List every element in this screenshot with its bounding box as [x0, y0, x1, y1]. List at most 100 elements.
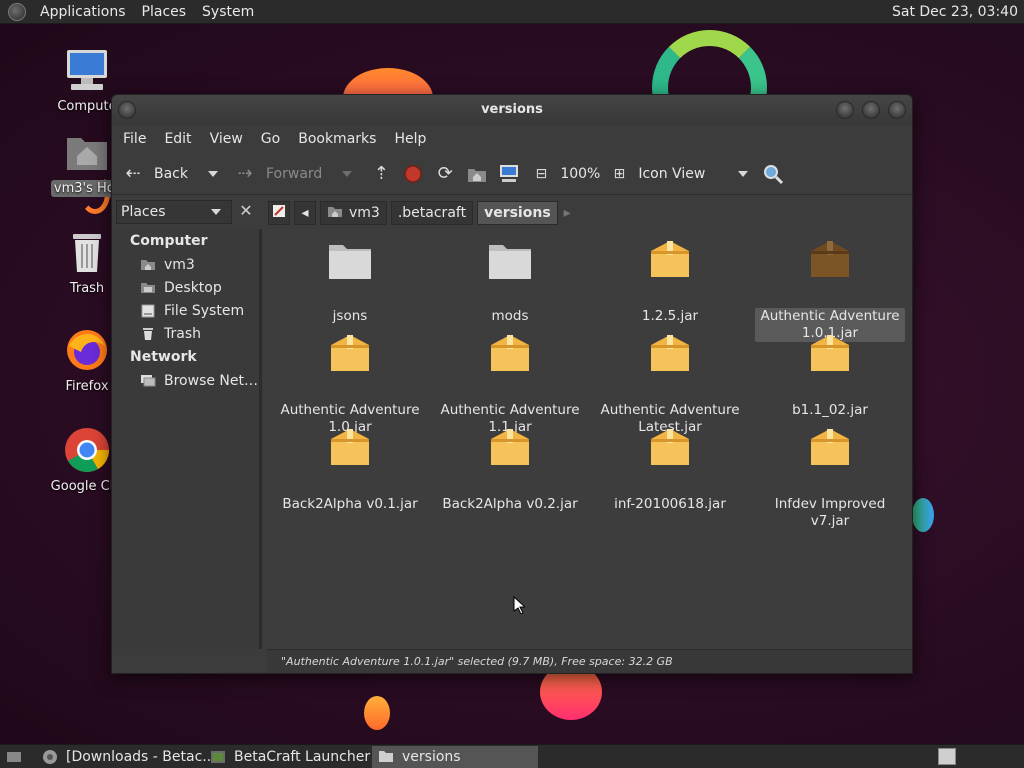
breadcrumb-versions[interactable]: versions — [477, 201, 558, 225]
file-item[interactable]: b1.1_02.jar — [755, 333, 905, 419]
home-icon — [464, 161, 490, 187]
back-history-dropdown[interactable] — [208, 170, 218, 177]
zoom-in-icon: ⊞ — [613, 165, 626, 182]
search-button[interactable] — [760, 159, 786, 189]
up-arrow-icon: ⇡ — [373, 163, 389, 184]
applications-menu[interactable]: Applications — [32, 4, 134, 20]
file-name: mods — [491, 308, 529, 324]
zoom-level: 100% — [560, 165, 601, 182]
computer-button[interactable] — [496, 159, 522, 189]
menu-edit[interactable]: Edit — [157, 131, 198, 147]
chevron-left-icon: ◂ — [301, 205, 309, 221]
back-button[interactable]: ⇠ Back — [120, 159, 196, 189]
home-button[interactable] — [464, 159, 490, 189]
menu-file[interactable]: File — [116, 131, 153, 147]
jar-archive-icon — [807, 427, 853, 473]
stop-button[interactable] — [400, 159, 426, 189]
window-title: versions — [481, 102, 543, 117]
jar-archive-icon — [807, 239, 853, 285]
file-item[interactable]: 1.2.5.jar — [595, 239, 745, 325]
forward-history-dropdown[interactable] — [342, 170, 353, 177]
file-name: 1.2.5.jar — [641, 308, 699, 324]
home-icon — [327, 205, 343, 222]
file-item[interactable]: Authentic Adventure 1.0.jar — [275, 333, 425, 436]
sidebar-item-trash[interactable]: Trash — [112, 322, 259, 345]
jar-archive-icon — [327, 333, 373, 379]
search-icon — [760, 161, 786, 187]
close-sidebar-icon[interactable]: ✕ — [236, 201, 256, 221]
show-desktop-button[interactable] — [0, 746, 32, 768]
file-name: Infdev Improved v7.jar — [774, 496, 886, 529]
breadcrumb-left-button[interactable]: ◂ — [294, 201, 316, 225]
minimize-button[interactable] — [836, 101, 854, 119]
desktop-icon-label: Firefox — [65, 379, 109, 394]
sidebar-item-browse-network[interactable]: Browse Net… — [112, 369, 259, 392]
menu-go[interactable]: Go — [254, 131, 287, 147]
file-item[interactable]: Back2Alpha v0.1.jar — [275, 427, 425, 513]
zoom-in-button[interactable]: ⊞ — [606, 159, 632, 189]
clock[interactable]: Sat Dec 23, 03:40 — [892, 4, 1018, 20]
file-icon-view[interactable]: jsons mods 1.2.5.jar Authentic Adventure 1.… — [267, 229, 912, 649]
zoom-out-icon: ⊟ — [535, 165, 548, 182]
workspace-switcher[interactable] — [938, 748, 956, 765]
mouse-cursor-icon — [513, 595, 527, 618]
chevron-down-icon — [211, 209, 221, 215]
forward-button[interactable]: ⇢ Forward — [232, 159, 330, 189]
file-item[interactable]: mods — [435, 239, 585, 325]
breadcrumb-vm3[interactable]: vm3 — [320, 201, 387, 225]
network-icon — [140, 374, 156, 388]
top-panel: Applications Places System Sat Dec 23, 0… — [0, 0, 1024, 24]
zoom-out-button[interactable]: ⊟ — [528, 159, 554, 189]
home-icon — [140, 258, 156, 272]
file-item[interactable]: Infdev Improved v7.jar — [755, 427, 905, 530]
view-mode-select[interactable]: Icon View — [638, 159, 754, 189]
show-desktop-icon — [6, 749, 22, 765]
folder-icon — [327, 239, 373, 285]
system-menu[interactable]: System — [194, 4, 262, 20]
menubar: File Edit View Go Bookmarks Help — [112, 125, 912, 153]
stop-icon — [400, 161, 426, 187]
breadcrumb-betacraft[interactable]: .betacraft — [390, 201, 474, 225]
taskbar-item-versions[interactable]: versions — [372, 745, 538, 768]
edit-location-button[interactable] — [268, 201, 290, 225]
places-menu[interactable]: Places — [134, 4, 195, 20]
computer-icon — [496, 161, 522, 187]
sidebar-heading-computer: Computer — [130, 233, 208, 249]
status-bar: "Authentic Adventure 1.0.1.jar" selected… — [267, 649, 912, 673]
home-folder-icon — [63, 128, 111, 176]
trash-icon — [63, 228, 111, 276]
distro-logo-icon[interactable] — [8, 2, 26, 21]
sidebar-item-desktop[interactable]: Desktop — [112, 276, 259, 299]
drive-icon — [140, 304, 156, 318]
close-button[interactable] — [888, 101, 906, 119]
menu-bookmarks[interactable]: Bookmarks — [291, 131, 383, 147]
window-titlebar[interactable]: versions — [112, 95, 912, 125]
file-item[interactable]: Back2Alpha v0.2.jar — [435, 427, 585, 513]
reload-button[interactable]: ⟳ — [432, 159, 458, 189]
file-item[interactable]: jsons — [275, 239, 425, 325]
bg-blob-small-orange — [364, 696, 390, 730]
file-item[interactable]: Authentic Adventure 1.0.1.jar — [755, 239, 905, 342]
file-item[interactable]: inf-20100618.jar — [595, 427, 745, 513]
taskbar-item-betacraft[interactable]: BetaCraft Launcher ... — [204, 746, 388, 768]
menu-help[interactable]: Help — [387, 131, 433, 147]
view-mode-dropdown-icon — [738, 170, 749, 177]
sidebar-item-file-system[interactable]: File System — [112, 299, 259, 322]
breadcrumb-right-button[interactable]: ▸ — [564, 205, 571, 221]
sidebar-item-vm3[interactable]: vm3 — [112, 253, 259, 276]
jar-archive-icon — [327, 427, 373, 473]
forward-arrow-icon: ⇢ — [237, 163, 253, 184]
file-item[interactable]: Authentic Adventure 1.1.jar — [435, 333, 585, 436]
jar-archive-icon — [487, 427, 533, 473]
file-item[interactable]: Authentic Adventure Latest.jar — [595, 333, 745, 436]
window-menu-button[interactable] — [118, 101, 136, 119]
file-name: Back2Alpha v0.2.jar — [442, 496, 578, 512]
maximize-button[interactable] — [862, 101, 880, 119]
menu-view[interactable]: View — [203, 131, 250, 147]
up-button[interactable]: ⇡ — [368, 159, 394, 189]
toolbar: ⇠ Back ⇢ Forward ⇡ ⟳ ⊟ 100% ⊞ Icon View — [112, 153, 912, 195]
sidebar-type-select[interactable]: Places — [116, 200, 232, 224]
jar-archive-icon — [487, 333, 533, 379]
desktop-icon-label: Compute — [57, 99, 117, 114]
taskbar-item-downloads[interactable]: [Downloads - Betac... — [36, 746, 216, 768]
